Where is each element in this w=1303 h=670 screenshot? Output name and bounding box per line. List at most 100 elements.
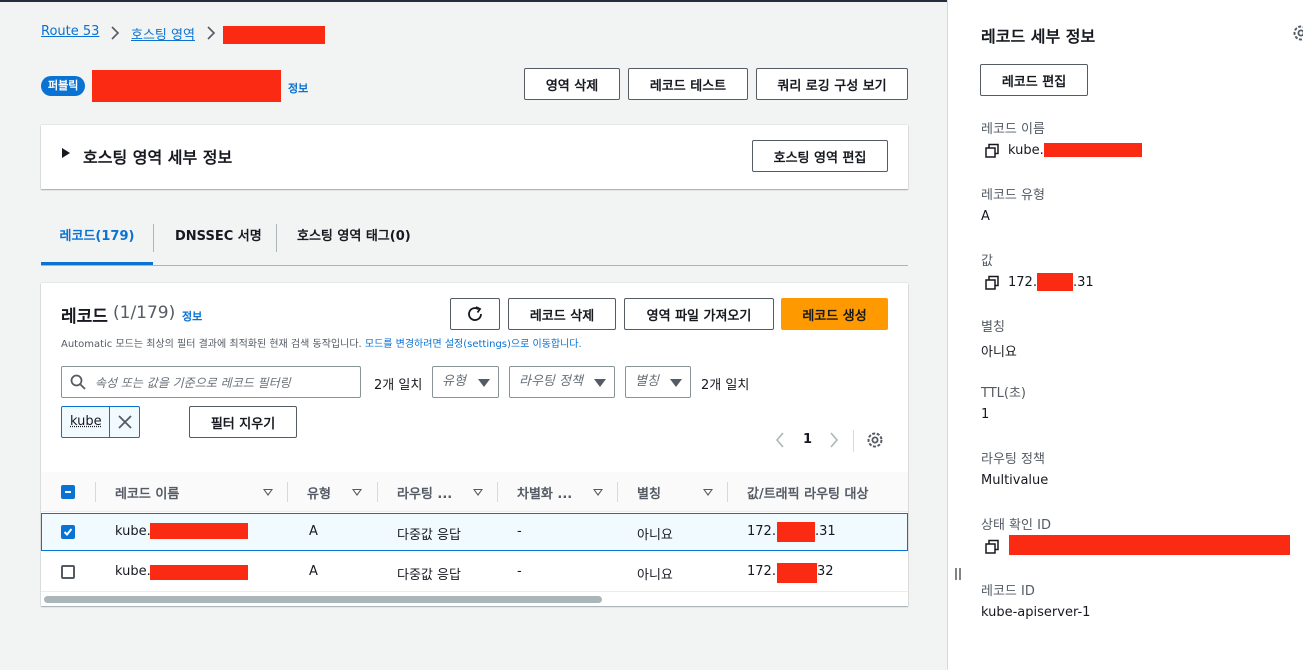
cell-differentiator: - [517, 564, 522, 579]
tab-dnssec[interactable]: DNSSEC 서명 [175, 212, 262, 265]
redacted-record-name [1044, 143, 1142, 157]
chevron-right-icon [205, 23, 217, 47]
column-header-type[interactable]: 유형 [307, 483, 331, 502]
sort-icon[interactable] [352, 489, 362, 496]
cell-value-suffix: .31 [815, 524, 836, 539]
column-divider [377, 482, 378, 502]
settings-link[interactable]: 모드를 변경하려면 설정(settings)으로 이동합니다. [365, 339, 582, 350]
caret-down-icon [594, 379, 606, 387]
detail-value-routing-policy: Multivalue [981, 473, 1049, 488]
routing-filter-label: 라우팅 정책 [519, 374, 583, 389]
search-icon [70, 374, 86, 394]
delete-zone-button[interactable]: 영역 삭제 [524, 68, 620, 100]
detail-value-ip-suffix: .31 [1073, 275, 1094, 290]
public-badge: 퍼블릭 [41, 76, 86, 96]
caret-down-icon [478, 379, 490, 387]
search-placeholder: 속성 또는 값을 기준으로 레코드 필터링 [95, 376, 291, 390]
detail-value-alias: 아니요 [981, 345, 1017, 360]
breadcrumb-hosted-zones[interactable]: 호스팅 영역 [131, 24, 195, 43]
horizontal-scrollbar[interactable] [44, 596, 602, 603]
redacted-health-check-id [1009, 535, 1290, 555]
cell-value-prefix: 172. [747, 564, 776, 579]
cell-differentiator: - [517, 524, 522, 539]
alias-filter-select[interactable]: 별칭 [625, 366, 691, 398]
sort-icon[interactable] [593, 489, 603, 496]
column-divider [727, 482, 728, 502]
records-description: Automatic 모드는 최상의 필터 결과에 최적화된 현재 검색 동작입니… [61, 335, 651, 350]
detail-value-record-name: kube. [1008, 143, 1044, 158]
filter-match-count: 2개 일치 [701, 378, 750, 393]
redacted-ip [777, 522, 815, 542]
breadcrumb-route53[interactable]: Route 53 [41, 24, 99, 39]
detail-label-routing-policy: 라우팅 정책 [981, 452, 1045, 467]
detail-label-health-check-id: 상태 확인 ID [981, 518, 1051, 533]
detail-label-ttl: TTL(초) [981, 386, 1026, 401]
copy-icon[interactable] [984, 275, 1000, 291]
column-header-routing[interactable]: 라우팅 ... [397, 483, 452, 502]
zone-details-card: 호스팅 영역 세부 정보 호스팅 영역 편집 [41, 125, 908, 189]
refresh-icon [468, 306, 482, 321]
column-divider [287, 482, 288, 502]
edit-hosted-zone-button[interactable]: 호스팅 영역 편집 [752, 140, 888, 172]
cell-routing: 다중값 응답 [397, 568, 461, 583]
select-all-checkbox[interactable] [61, 485, 75, 499]
redacted-zone-name-title [92, 70, 281, 102]
redacted-zone-name-breadcrumb [223, 26, 325, 44]
refresh-button[interactable] [450, 298, 500, 330]
create-record-button[interactable]: 레코드 생성 [781, 298, 888, 330]
test-record-button[interactable]: 레코드 테스트 [628, 68, 748, 100]
chevron-left-icon[interactable] [775, 431, 785, 453]
close-icon[interactable] [118, 415, 132, 433]
records-info-link[interactable]: 정보 [182, 308, 202, 324]
filter-token-label: kube [70, 414, 102, 429]
detail-label-alias: 별칭 [981, 320, 1005, 335]
search-input[interactable]: 속성 또는 값을 기준으로 레코드 필터링 [61, 366, 361, 398]
info-link[interactable]: 정보 [288, 80, 308, 96]
copy-icon[interactable] [984, 143, 1000, 159]
record-details-panel [947, 0, 1303, 670]
detail-label-record-type: 레코드 유형 [981, 188, 1045, 203]
detail-value-record-type: A [981, 209, 990, 224]
detail-value-ttl: 1 [981, 407, 990, 422]
sort-icon[interactable] [473, 489, 483, 496]
routing-filter-select[interactable]: 라우팅 정책 [509, 366, 615, 398]
gear-icon[interactable] [1292, 24, 1303, 46]
clear-filter-button[interactable]: 필터 지우기 [189, 406, 297, 438]
copy-icon[interactable] [984, 539, 1000, 555]
triangle-right-icon[interactable] [61, 147, 71, 163]
chevron-right-icon[interactable] [829, 431, 839, 453]
detail-label-record-id: 레코드 ID [981, 584, 1035, 599]
column-header-value[interactable]: 값/트래픽 라우팅 대상 [747, 483, 868, 502]
row-checkbox[interactable] [61, 565, 75, 579]
delete-record-button[interactable]: 레코드 삭제 [508, 298, 616, 330]
redacted-record-name [150, 565, 248, 580]
zone-details-title[interactable]: 호스팅 영역 세부 정보 [83, 144, 232, 168]
column-divider [95, 482, 96, 502]
cell-alias: 아니요 [637, 528, 673, 543]
column-header-name[interactable]: 레코드 이름 [115, 483, 179, 502]
column-header-differentiator[interactable]: 차별화 ... [517, 483, 572, 502]
row-checkbox[interactable] [61, 525, 75, 539]
tab-records[interactable]: 레코드(179) [41, 212, 153, 265]
page-number[interactable]: 1 [803, 432, 812, 447]
column-header-alias[interactable]: 별칭 [637, 483, 661, 502]
sort-icon[interactable] [703, 489, 713, 496]
type-filter-select[interactable]: 유형 [432, 366, 499, 398]
alias-filter-label: 별칭 [635, 374, 659, 389]
query-logging-button[interactable]: 쿼리 로깅 구성 보기 [756, 68, 908, 100]
records-title: 레코드 [61, 307, 108, 327]
detail-label-record-name: 레코드 이름 [981, 122, 1045, 137]
redacted-ip [1037, 273, 1073, 291]
sort-icon[interactable] [263, 489, 273, 496]
description-text: Automatic 모드는 최상의 필터 결과에 최적화된 현재 검색 동작입니… [61, 339, 365, 350]
tab-tags[interactable]: 호스팅 영역 태그(0) [297, 212, 411, 265]
cell-record-name: kube. [115, 564, 151, 579]
edit-record-button[interactable]: 레코드 편집 [980, 64, 1088, 96]
type-filter-label: 유형 [442, 374, 466, 389]
tabs: 레코드(179) DNSSEC 서명 호스팅 영역 태그(0) [41, 212, 908, 266]
import-zone-file-button[interactable]: 영역 파일 가져오기 [624, 298, 774, 330]
detail-value-ip-prefix: 172. [1008, 275, 1037, 290]
resize-handle-icon[interactable] [953, 566, 963, 586]
cell-record-name: kube. [115, 524, 151, 539]
gear-icon[interactable] [866, 431, 884, 453]
